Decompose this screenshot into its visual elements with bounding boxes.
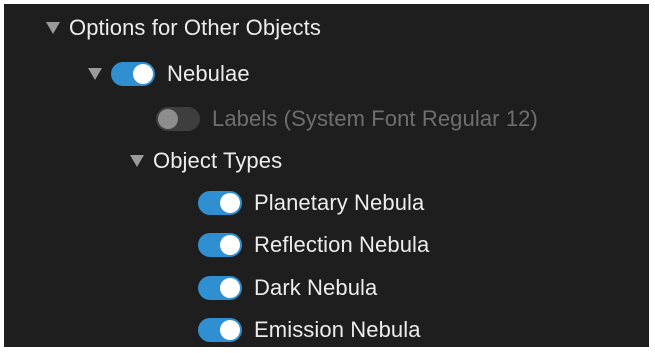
options-for-other-objects-label: Options for Other Objects (69, 15, 321, 40)
dark-nebula-label: Dark Nebula (254, 275, 378, 300)
nebulae-labels-row[interactable]: Labels (System Font Regular 12) (156, 101, 538, 137)
toggle-knob (220, 320, 240, 340)
options-for-other-objects-row[interactable]: Options for Other Objects (46, 10, 321, 46)
emission-nebula-row[interactable]: Emission Nebula (198, 312, 421, 347)
disclosure-triangle-icon[interactable] (88, 68, 102, 80)
nebulae-labels-toggle[interactable] (156, 107, 200, 131)
toggle-knob (220, 278, 240, 298)
dark-nebula-row[interactable]: Dark Nebula (198, 270, 377, 306)
disclosure-triangle-icon[interactable] (130, 155, 144, 167)
toggle-knob (220, 193, 240, 213)
reflection-nebula-label: Reflection Nebula (254, 232, 430, 257)
nebulae-row[interactable]: Nebulae (88, 56, 250, 92)
reflection-nebula-row[interactable]: Reflection Nebula (198, 227, 429, 263)
toggle-knob (220, 235, 240, 255)
emission-nebula-toggle[interactable] (198, 318, 242, 342)
emission-nebula-label: Emission Nebula (254, 317, 421, 342)
reflection-nebula-toggle[interactable] (198, 233, 242, 257)
toggle-knob (133, 64, 153, 84)
nebulae-labels-label: Labels (System Font Regular 12) (212, 106, 538, 131)
toggle-knob (158, 109, 178, 129)
nebulae-label: Nebulae (167, 61, 250, 86)
object-types-row[interactable]: Object Types (130, 143, 282, 179)
dark-nebula-toggle[interactable] (198, 276, 242, 300)
disclosure-triangle-icon[interactable] (46, 22, 60, 34)
planetary-nebula-label: Planetary Nebula (254, 190, 425, 215)
planetary-nebula-toggle[interactable] (198, 191, 242, 215)
nebulae-toggle[interactable] (111, 62, 155, 86)
planetary-nebula-row[interactable]: Planetary Nebula (198, 185, 424, 221)
options-panel: Options for Other Objects Nebulae Labels… (4, 4, 649, 347)
object-types-label: Object Types (153, 148, 283, 173)
